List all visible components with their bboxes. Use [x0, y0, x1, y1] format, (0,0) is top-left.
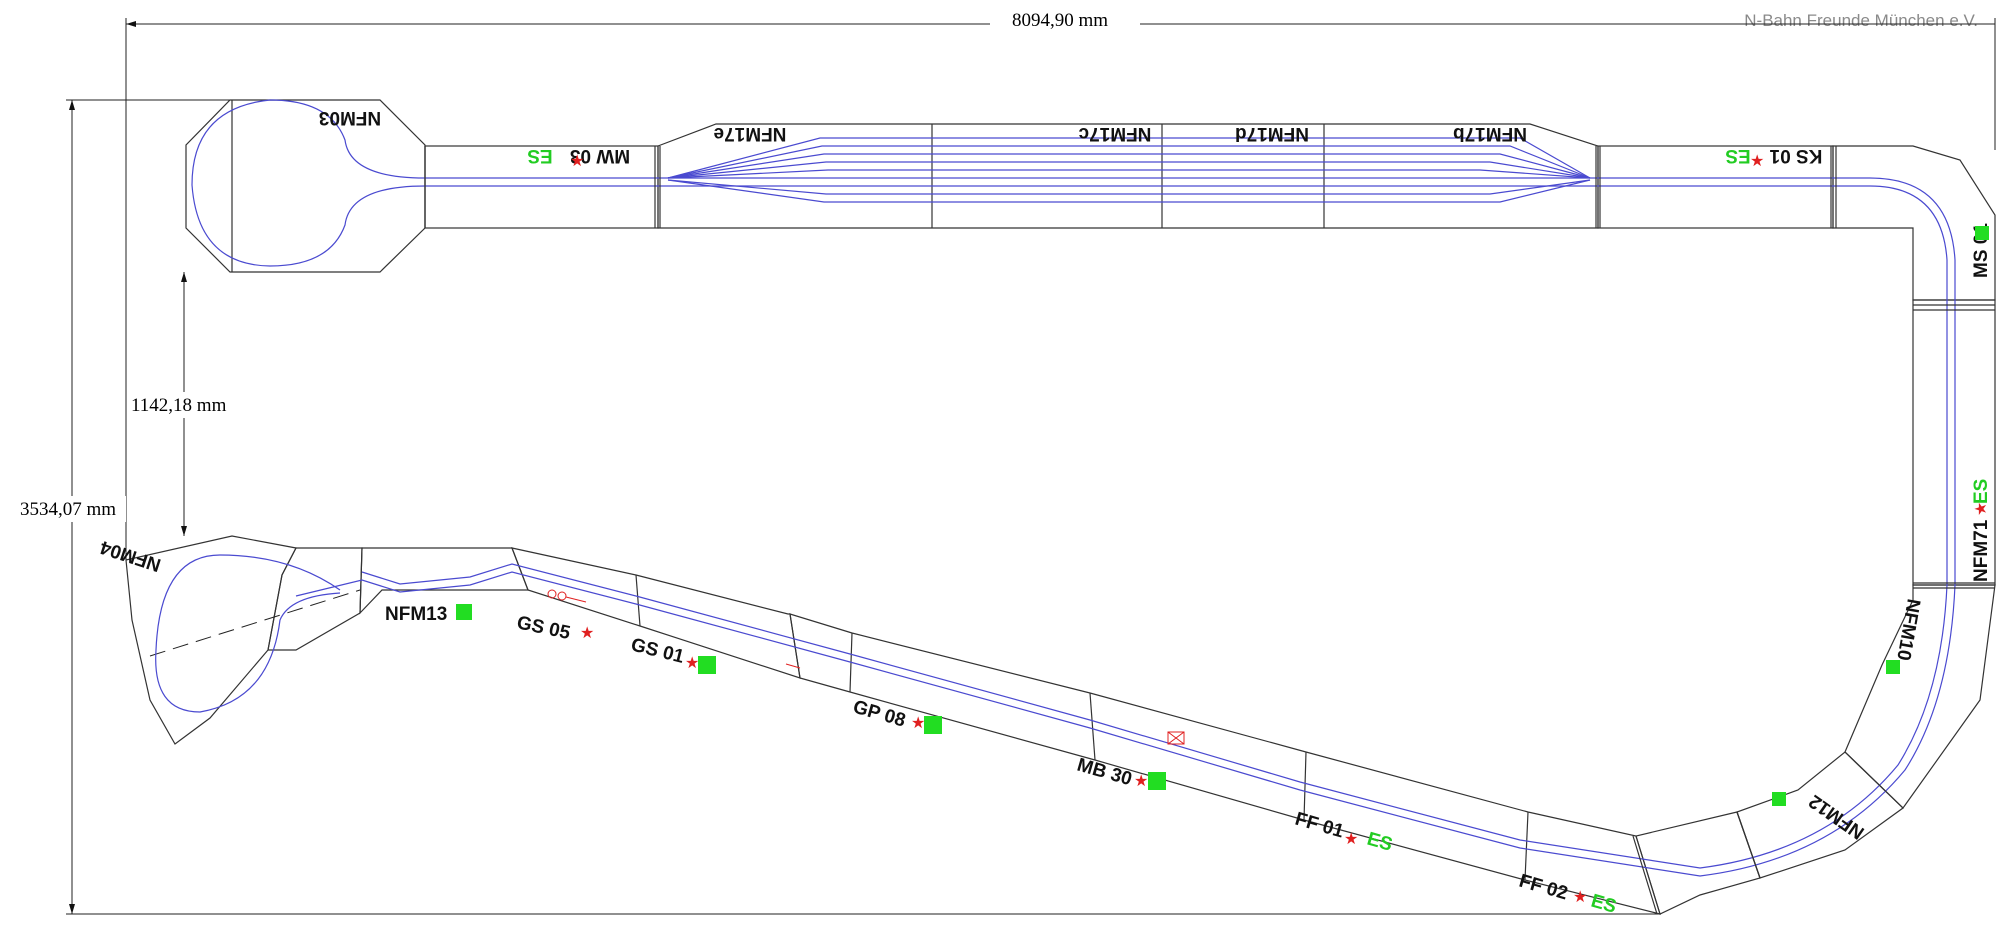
label-gs05: GS 05 [515, 612, 572, 644]
label-nfm13: NFM13 [385, 604, 447, 625]
module-joints [424, 146, 1995, 915]
label-mb30: MB 30 [1075, 755, 1135, 791]
label-nfm17c: NFM17c [1078, 123, 1151, 144]
label-ks01-es: ES [1725, 145, 1750, 166]
red-star-icon: ★ [1344, 829, 1358, 848]
label-ff01: FF 01 [1293, 809, 1347, 843]
label-ks01: KS 01 [1769, 145, 1822, 166]
red-star-icon: ★ [580, 623, 594, 642]
module-labels: NFM03 MW 03 ES NFM17e NFM17c NFM17d NFM1… [97, 107, 1992, 918]
red-star-icon: ★ [1971, 502, 1990, 516]
label-nfm17d: NFM17d [1235, 123, 1309, 144]
label-nfm04: NFM04 [97, 536, 163, 575]
label-gp08: GP 08 [851, 697, 908, 732]
green-square-icon [1975, 226, 1989, 240]
green-square-icon [698, 656, 716, 674]
red-star-icon: ★ [911, 713, 925, 732]
green-square-icon [924, 716, 942, 734]
label-gs01: GS 01 [629, 634, 687, 668]
red-star-icon: ★ [685, 653, 699, 672]
green-square-icon [456, 604, 472, 620]
label-ff02: FF 02 [1517, 871, 1570, 905]
green-square-icon [1772, 792, 1786, 806]
red-star-icon: ★ [570, 151, 584, 170]
label-nfm71: NFM71 [1971, 519, 1992, 582]
label-nfm03: NFM03 [319, 107, 381, 128]
label-nfm10: NFM10 [1892, 597, 1923, 662]
red-star-icon: ★ [1750, 151, 1764, 170]
label-nfm71-es: ES [1971, 479, 1992, 504]
label-mw03-es: ES [527, 145, 552, 166]
label-nfm17b: NFM17b [1453, 123, 1527, 144]
green-square-icons [456, 226, 1989, 806]
dimension-width-label: 8094,90 mm [1012, 10, 1108, 31]
dimension-height: 3534,07 mm [14, 99, 1660, 915]
layout-plan: N-Bahn Freunde München e.V. 8094,90 mm 3… [14, 6, 1996, 918]
green-square-icon [1148, 772, 1166, 790]
label-nfm12: NFM12 [1805, 790, 1868, 843]
organization-title: N-Bahn Freunde München e.V. [1744, 11, 1978, 30]
dimension-gap-label: 1142,18 mm [131, 395, 227, 416]
dimension-gap: 1142,18 mm [128, 272, 240, 536]
red-star-icon: ★ [1573, 887, 1587, 906]
label-ff01-es: ES [1365, 829, 1395, 856]
dimension-width: 8094,90 mm [125, 6, 1996, 560]
green-square-icon [1886, 660, 1900, 674]
label-nfm17e: NFM17e [714, 123, 787, 144]
dimension-height-label: 3534,07 mm [20, 499, 116, 520]
module-outlines [125, 99, 1996, 915]
red-star-icon: ★ [1134, 771, 1148, 790]
